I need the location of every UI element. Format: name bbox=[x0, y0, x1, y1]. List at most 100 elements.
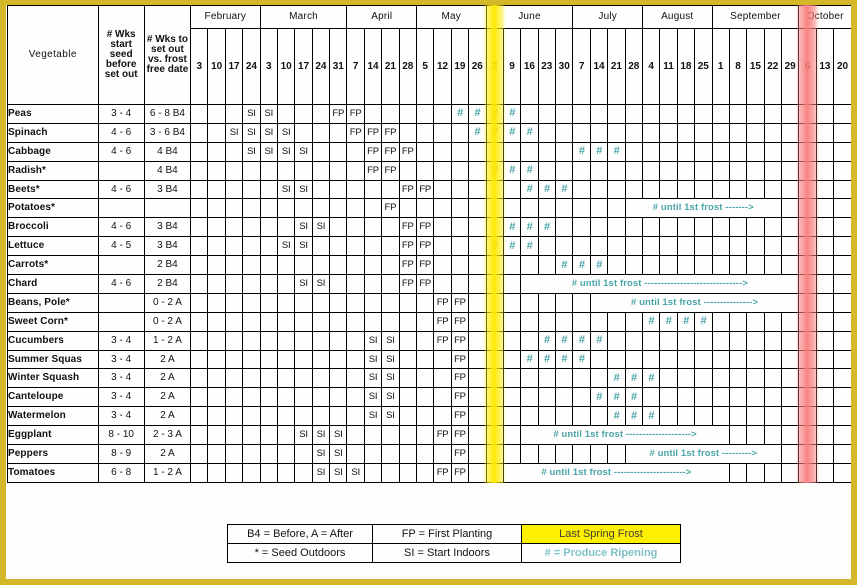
empty-cell bbox=[294, 122, 313, 143]
empty-cell bbox=[798, 217, 817, 238]
empty-cell bbox=[485, 179, 504, 200]
calendar-body: Peas 3 - 46 - 8 B4 SI SI FP FP # # # # Spinach 4 - … bbox=[7, 104, 851, 483]
empty-cell bbox=[537, 198, 557, 219]
empty-cell bbox=[450, 122, 470, 143]
empty-cell bbox=[554, 122, 574, 143]
empty-cell bbox=[450, 255, 470, 276]
wks-set-out-value: 3 - 6 B4 bbox=[143, 122, 192, 143]
empty-cell bbox=[190, 349, 209, 370]
start-indoors-cell: SI bbox=[346, 462, 365, 483]
empty-cell bbox=[468, 292, 487, 313]
first-planting-cell: FP bbox=[433, 425, 452, 446]
empty-cell bbox=[833, 274, 851, 294]
empty-cell bbox=[363, 274, 383, 294]
day-header: 7 bbox=[572, 28, 591, 105]
empty-cell bbox=[502, 444, 522, 464]
calendar-page: Vegetable # Wks start seed before set out… bbox=[0, 0, 857, 585]
empty-cell bbox=[641, 349, 661, 370]
empty-cell bbox=[190, 444, 209, 464]
produce-ripening-cell: # bbox=[520, 236, 539, 257]
vegetable-name: Spinach bbox=[7, 122, 99, 143]
empty-cell bbox=[520, 330, 539, 351]
empty-cell bbox=[294, 330, 313, 351]
empty-cell bbox=[572, 368, 591, 389]
empty-cell bbox=[711, 217, 730, 238]
wks-start-seed-value: 4 - 6 bbox=[97, 122, 145, 143]
empty-cell bbox=[798, 444, 817, 464]
empty-cell bbox=[537, 387, 557, 408]
wks-set-out-value: 2 A bbox=[143, 368, 192, 389]
empty-cell bbox=[468, 274, 487, 294]
vegetable-name: Broccoli bbox=[7, 217, 99, 238]
produce-ripening-cell: # bbox=[485, 122, 504, 143]
empty-cell bbox=[711, 179, 730, 200]
start-indoors-cell: SI bbox=[381, 387, 400, 408]
month-header-march: March bbox=[259, 5, 348, 29]
empty-cell bbox=[746, 255, 765, 276]
empty-cell bbox=[224, 387, 244, 408]
day-header: 23 bbox=[537, 28, 557, 105]
empty-cell bbox=[363, 236, 383, 257]
empty-cell bbox=[259, 349, 278, 370]
day-header: 28 bbox=[624, 28, 643, 105]
empty-cell bbox=[815, 444, 835, 464]
wks-set-out-value: 2 A bbox=[143, 444, 192, 464]
empty-cell bbox=[224, 217, 244, 238]
column-header-vegetable: Vegetable bbox=[7, 5, 99, 105]
table-row: Cucumbers 3 - 41 - 2 A SI SI FP FP # # # # bbox=[7, 330, 851, 351]
empty-cell bbox=[676, 387, 696, 408]
empty-cell bbox=[746, 236, 765, 257]
empty-cell bbox=[711, 311, 730, 332]
produce-ripening-cell: # bbox=[607, 387, 626, 408]
empty-cell bbox=[294, 349, 313, 370]
empty-cell bbox=[815, 104, 835, 124]
empty-cell bbox=[398, 444, 418, 464]
empty-cell bbox=[572, 406, 591, 427]
empty-cell bbox=[224, 104, 244, 124]
empty-cell bbox=[676, 122, 696, 143]
start-indoors-cell: SI bbox=[381, 406, 400, 427]
empty-cell bbox=[276, 406, 296, 427]
start-indoors-cell: SI bbox=[329, 425, 348, 446]
empty-cell bbox=[433, 274, 452, 294]
empty-cell bbox=[746, 349, 765, 370]
empty-cell bbox=[763, 104, 783, 124]
first-planting-cell: FP bbox=[450, 292, 470, 313]
empty-cell bbox=[224, 406, 244, 427]
empty-cell bbox=[259, 387, 278, 408]
empty-cell bbox=[329, 274, 348, 294]
produce-ripening-cell: # bbox=[554, 179, 574, 200]
empty-cell bbox=[224, 292, 244, 313]
empty-cell bbox=[415, 406, 435, 427]
empty-cell bbox=[276, 160, 296, 181]
empty-cell bbox=[780, 349, 800, 370]
start-indoors-cell: SI bbox=[294, 274, 313, 294]
empty-cell bbox=[746, 217, 765, 238]
first-planting-cell: FP bbox=[398, 255, 418, 276]
empty-cell bbox=[433, 349, 452, 370]
empty-cell bbox=[415, 160, 435, 181]
empty-cell bbox=[763, 368, 783, 389]
produce-ripening-cell: # bbox=[607, 406, 626, 427]
empty-cell bbox=[728, 462, 748, 483]
table-row: Tomatoes 6 - 81 - 2 A SI SI SI FP FP # until 1s… bbox=[7, 462, 851, 483]
empty-cell bbox=[537, 406, 557, 427]
empty-cell bbox=[329, 160, 348, 181]
empty-cell bbox=[780, 330, 800, 351]
planting-calendar-table: Vegetable # Wks start seed before set out… bbox=[7, 5, 851, 483]
empty-cell bbox=[728, 236, 748, 257]
empty-cell bbox=[398, 425, 418, 446]
empty-cell bbox=[554, 198, 574, 219]
legend-first-planting: FP = First Planting bbox=[372, 524, 522, 544]
vegetable-name: Sweet Corn* bbox=[7, 311, 99, 332]
day-header: 31 bbox=[329, 28, 348, 105]
produce-ripening-cell: # bbox=[468, 104, 487, 124]
table-row: Watermelon 3 - 42 A SI SI FP # # # bbox=[7, 406, 851, 427]
empty-cell bbox=[746, 330, 765, 351]
empty-cell bbox=[780, 104, 800, 124]
month-header-july: July bbox=[572, 5, 643, 29]
day-header: 11 bbox=[659, 28, 678, 105]
empty-cell bbox=[363, 179, 383, 200]
empty-cell bbox=[433, 217, 452, 238]
start-indoors-cell: SI bbox=[311, 425, 331, 446]
